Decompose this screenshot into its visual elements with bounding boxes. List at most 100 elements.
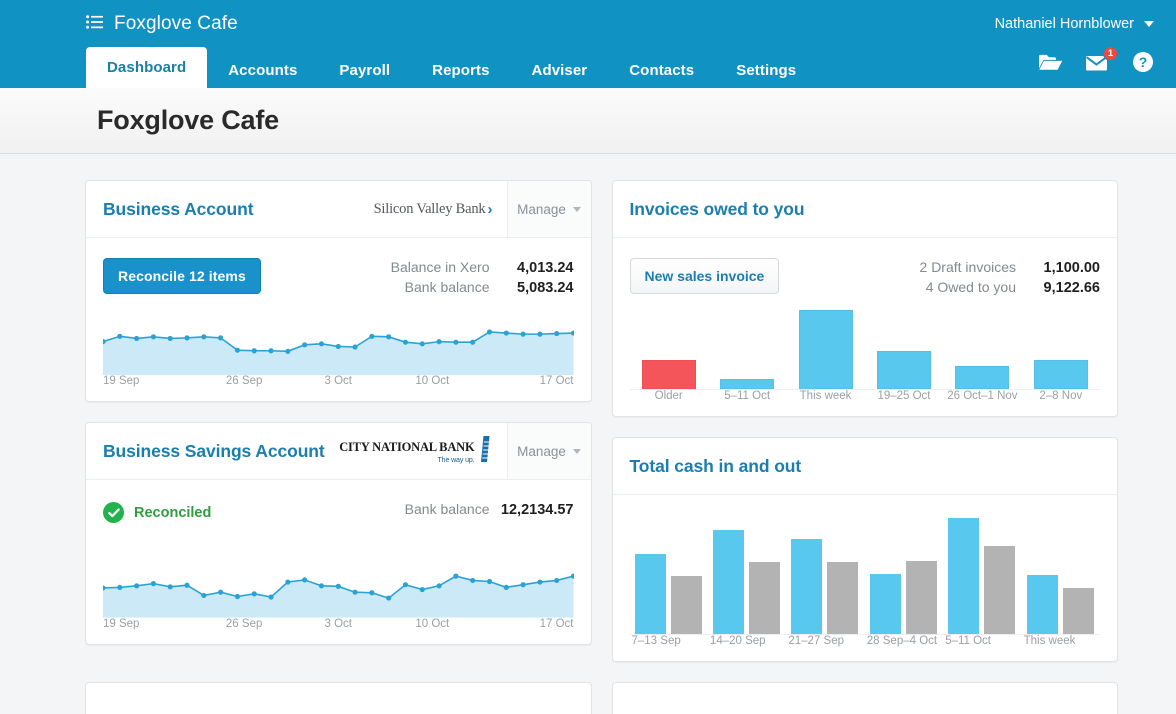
sparkline-point (184, 335, 190, 341)
card-business-savings-account: Business Savings Account CITY NATIONAL B… (85, 422, 592, 645)
axis-tick-label: 5–11 Oct (724, 390, 771, 402)
figure-row: Balance in Xero 4,013.24 (391, 258, 574, 278)
card-invoices-owed-to-you: Invoices owed to you New sales invoice 2… (611, 180, 1118, 417)
sparkline-svg (103, 329, 574, 376)
chart-bar-cash-out[interactable] (748, 562, 780, 634)
business-account-sparkline-chart (86, 304, 591, 376)
chart-bar-cash-in[interactable] (712, 530, 744, 634)
silicon-valley-bank-logo[interactable]: Silicon Valley Bank › (374, 201, 507, 218)
tab-dashboard[interactable]: Dashboard (86, 47, 208, 88)
chart-bar-cash-out[interactable] (827, 562, 859, 634)
sparkline-point (503, 330, 509, 336)
invoices-owed-header: Invoices owed to you (612, 181, 1117, 238)
user-account-menu[interactable]: Nathaniel Hornblower (995, 16, 1154, 32)
sparkline-point (335, 343, 341, 350)
sparkline-point (554, 331, 560, 337)
axis-tick-label: 3 Oct (324, 375, 352, 388)
balance-in-xero-label: Balance in Xero (390, 259, 490, 275)
sparkline-point (234, 594, 241, 600)
tab-contacts[interactable]: Contacts (608, 52, 715, 88)
chart-bar-cash-in[interactable] (869, 574, 901, 634)
chevron-down-icon (572, 448, 581, 454)
tab-settings[interactable]: Settings (715, 52, 817, 88)
organisation-menu-link[interactable]: Foxglove Cafe (86, 13, 238, 35)
sparkline-point (150, 581, 156, 587)
total-cash-bars (629, 517, 1100, 635)
bar-slot (708, 379, 786, 389)
tab-accounts[interactable]: Accounts (207, 52, 318, 88)
sparkline-point (134, 335, 140, 341)
chart-bar[interactable] (641, 360, 696, 389)
sparkline-point (386, 595, 392, 602)
total-cash-title[interactable]: Total cash in and out (630, 456, 802, 477)
sparkline-point (134, 583, 140, 589)
total-cash-header: Total cash in and out (612, 438, 1117, 495)
invoices-owed-body: New sales invoice 2 Draft invoices 1,100… (613, 238, 1118, 304)
sparkline-point (201, 334, 207, 340)
chart-bar[interactable] (955, 366, 1010, 389)
dashboard-right-column: Invoices owed to you New sales invoice 2… (611, 180, 1118, 662)
new-sales-invoice-button[interactable]: New sales invoice (629, 258, 780, 294)
ladder-mark-icon (478, 435, 493, 468)
sparkline-point (268, 348, 274, 354)
business-savings-header-main: Business Savings Account CITY NATIONAL B… (86, 423, 507, 481)
chart-bar[interactable] (1033, 360, 1088, 389)
chart-bar-cash-in[interactable] (948, 518, 980, 634)
sparkline-point (251, 591, 257, 597)
figure-row: Bank balance 5,083.24 (391, 278, 574, 298)
chart-bar-cash-out[interactable] (984, 546, 1016, 634)
sparkline-point (285, 579, 291, 586)
chart-bar[interactable] (876, 351, 931, 389)
city-national-bank-logo[interactable]: CITY NATIONAL BANK The way up. (339, 435, 506, 468)
invoices-owed-title[interactable]: Invoices owed to you (630, 199, 805, 220)
bar-pair-slot (1022, 575, 1100, 634)
bank-balance-label: Bank balance (404, 501, 490, 518)
check-circle-icon (103, 502, 124, 524)
sparkline-point (419, 587, 425, 593)
card-business-account: Business Account Silicon Valley Bank › M… (85, 180, 592, 403)
chart-bar-cash-in[interactable] (634, 554, 666, 634)
business-savings-body: Reconciled Bank balance 12,2134.57 (86, 480, 591, 546)
tab-payroll[interactable]: Payroll (318, 52, 411, 88)
chart-bar-cash-out[interactable] (1062, 588, 1094, 634)
files-folder-icon[interactable] (1038, 52, 1063, 77)
invoices-owed-figures: 2 Draft invoices 1,100.00 4 Owed to you … (920, 258, 1100, 298)
axis-tick-label: 19 Sep (103, 617, 140, 630)
chart-bar-cash-out[interactable] (905, 561, 937, 634)
business-savings-manage-button[interactable]: Manage (506, 423, 591, 481)
balance-in-xero-value: 4,013.24 (517, 260, 574, 276)
bar-pair-slot (943, 518, 1021, 634)
tab-reports-label: Reports (432, 61, 490, 79)
business-account-body: Reconcile 12 items Balance in Xero 4,013… (86, 238, 591, 304)
tab-adviser[interactable]: Adviser (511, 52, 609, 88)
business-account-manage-button[interactable]: Manage (506, 181, 591, 238)
tab-contacts-label: Contacts (629, 61, 695, 79)
user-name-label: Nathaniel Hornblower (994, 15, 1134, 32)
chart-bar-cash-out[interactable] (670, 576, 702, 634)
messages-badge-count: 1 (1103, 45, 1118, 61)
reconcile-items-button[interactable]: Reconcile 12 items (103, 258, 261, 294)
chart-bar[interactable] (720, 379, 775, 389)
chart-bar-cash-in[interactable] (791, 539, 823, 634)
list-icon (86, 13, 103, 35)
sparkline-point (436, 583, 442, 589)
figure-row: 2 Draft invoices 1,100.00 (920, 258, 1100, 278)
invoices-owed-bar-chart (613, 304, 1118, 390)
tab-accounts-label: Accounts (228, 61, 298, 79)
dashboard-grid: Business Account Silicon Valley Bank › M… (0, 154, 1176, 662)
business-account-header: Business Account Silicon Valley Bank › M… (86, 181, 591, 238)
business-savings-title[interactable]: Business Savings Account (103, 441, 325, 462)
chevron-down-icon (1144, 20, 1154, 27)
messages-envelope-icon[interactable]: 1 (1085, 45, 1118, 77)
help-question-icon[interactable]: ? (1132, 51, 1154, 78)
tab-reports[interactable]: Reports (411, 52, 510, 88)
chart-bar-cash-in[interactable] (1026, 575, 1058, 634)
sparkline-point (150, 334, 156, 340)
business-account-title[interactable]: Business Account (103, 199, 254, 220)
chart-bar[interactable] (798, 310, 853, 389)
cnb-logo-name: CITY NATIONAL BANK (339, 439, 475, 454)
sparkline-point (537, 579, 543, 586)
sparkline-point (201, 593, 207, 599)
bar-pair-slot (786, 539, 864, 634)
organisation-name: Foxglove Cafe (114, 12, 238, 34)
